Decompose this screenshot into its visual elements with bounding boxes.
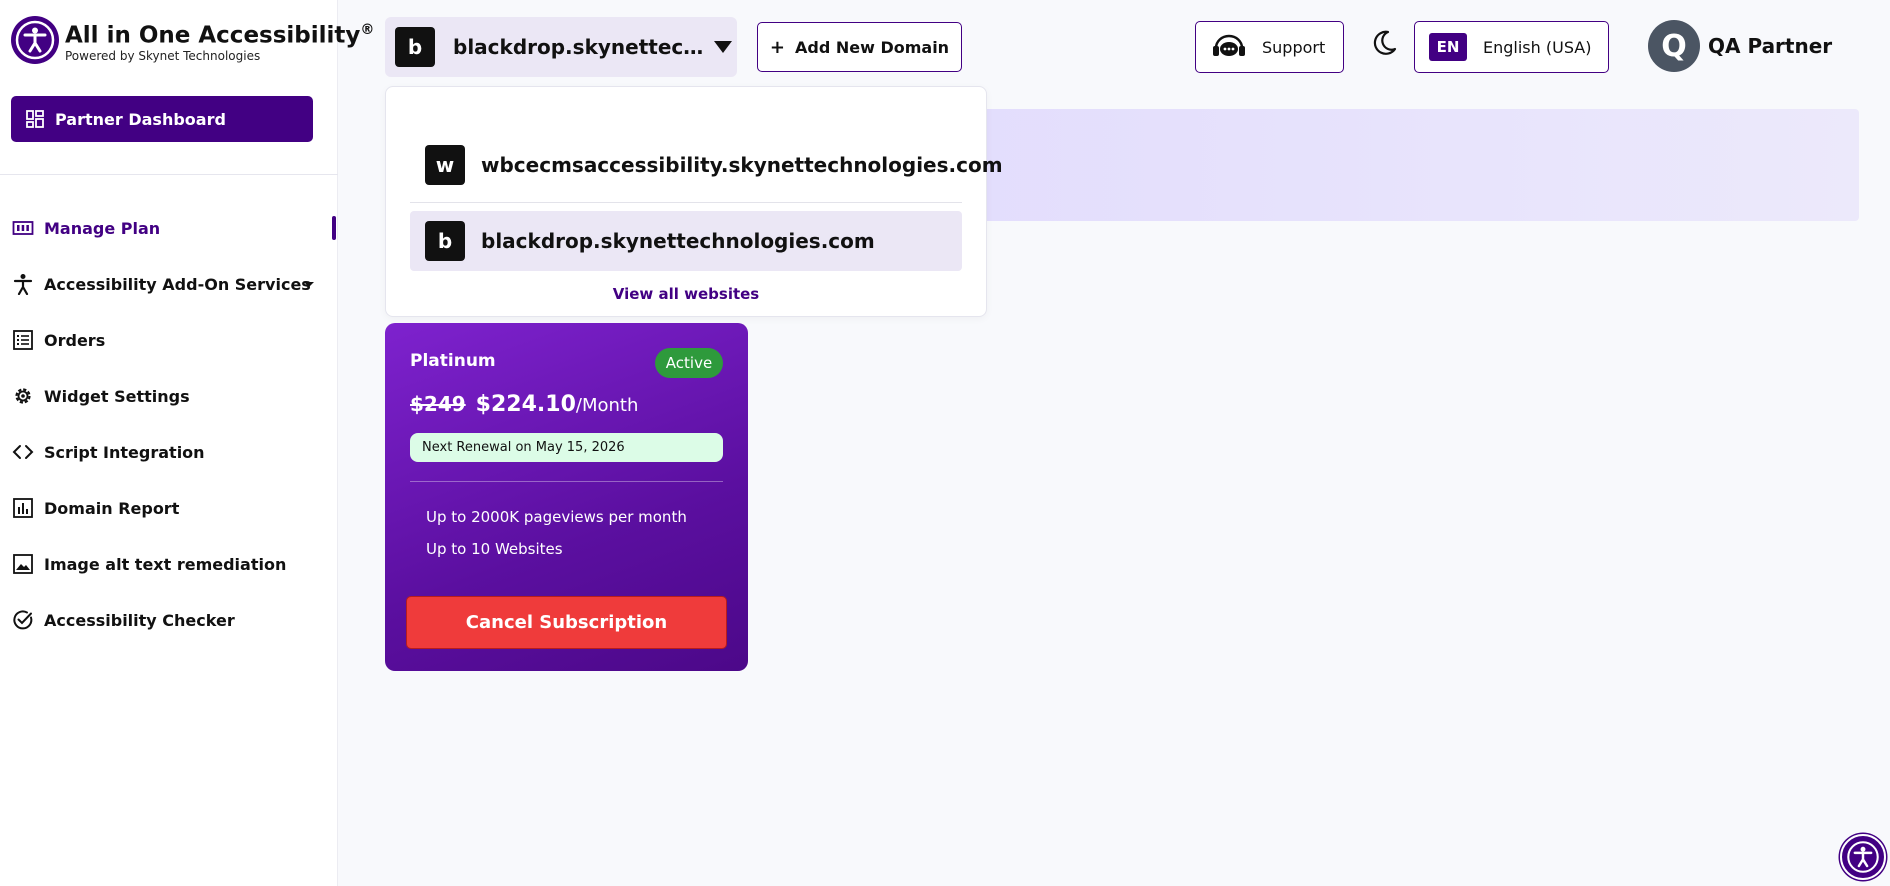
- price-row: $249 $224.10 /Month: [410, 392, 638, 417]
- plan-icon: [12, 221, 34, 235]
- plus-icon: +: [769, 36, 785, 58]
- partner-dashboard-label: Partner Dashboard: [55, 109, 226, 129]
- sidebar-item-label: Orders: [44, 330, 106, 350]
- sidebar-item-image-alt-text[interactable]: Image alt text remediation: [0, 536, 338, 592]
- domain-option[interactable]: w wbcecmsaccessibility.skynettechnologie…: [410, 135, 1003, 195]
- cancel-subscription-button[interactable]: Cancel Subscription: [406, 596, 727, 649]
- selected-domain-name: blackdrop.skynettechnologies.com: [453, 35, 708, 59]
- support-button[interactable]: Support: [1195, 21, 1344, 73]
- accessibility-logo-icon: [11, 16, 59, 64]
- sidebar-item-label: Widget Settings: [44, 386, 190, 406]
- plan-feature: Up to 2000K pageviews per month: [426, 508, 687, 526]
- sidebar-item-add-on-services[interactable]: Accessibility Add-On Services: [0, 256, 338, 312]
- avatar: Q: [1648, 20, 1700, 72]
- card-divider: [410, 481, 723, 482]
- domain-dropdown: w wbcecmsaccessibility.skynettechnologie…: [385, 86, 1003, 317]
- headset-chat-icon: [1213, 34, 1245, 56]
- caret-down-icon: [714, 41, 732, 53]
- dashboard-icon: [26, 110, 44, 128]
- plan-feature: Up to 10 Websites: [426, 540, 563, 558]
- sidebar-divider: [0, 174, 338, 175]
- support-label: Support: [1262, 37, 1326, 57]
- bar-chart-icon: [13, 498, 33, 518]
- person-icon: [13, 274, 33, 295]
- image-icon: [13, 554, 33, 574]
- domain-option-selected[interactable]: b blackdrop.skynettechnologies.com: [410, 211, 962, 271]
- user-menu[interactable]: Q QA Partner: [1648, 20, 1832, 72]
- language-code-badge: EN: [1429, 33, 1467, 61]
- language-name: English (USA): [1483, 37, 1592, 57]
- sidebar-item-domain-report[interactable]: Domain Report: [0, 480, 338, 536]
- domain-selector[interactable]: b blackdrop.skynettechnologies.com: [385, 17, 737, 77]
- add-new-domain-button[interactable]: + Add New Domain: [757, 22, 962, 72]
- moon-icon[interactable]: [1370, 28, 1398, 62]
- sidebar-item-label: Accessibility Add-On Services: [44, 274, 311, 294]
- sidebar-item-label: Script Integration: [44, 442, 205, 462]
- domain-letter-badge: w: [425, 145, 465, 185]
- gear-icon: [15, 388, 31, 404]
- billing-period: /Month: [575, 395, 639, 416]
- add-new-domain-label: Add New Domain: [795, 37, 950, 57]
- renewal-date: Next Renewal on May 15, 2026: [410, 433, 723, 462]
- brand-subtitle: Powered by Skynet Technologies: [65, 48, 261, 63]
- sidebar-nav: Manage Plan Accessibility Add-On Service…: [0, 200, 338, 648]
- brand-title: All in One Accessibility®: [65, 22, 375, 49]
- old-price: $249: [410, 392, 466, 416]
- status-badge: Active: [655, 348, 723, 378]
- domain-letter-badge: b: [425, 221, 465, 261]
- plan-name: Platinum: [410, 351, 496, 371]
- sidebar-item-script-integration[interactable]: Script Integration: [0, 424, 338, 480]
- brand[interactable]: All in One Accessibility® Powered by Sky…: [11, 16, 374, 64]
- new-price: $224.10: [475, 392, 576, 417]
- sidebar: All in One Accessibility® Powered by Sky…: [0, 0, 374, 886]
- domain-letter-badge: b: [395, 27, 435, 67]
- list-icon: [13, 330, 33, 350]
- plan-card: Platinum Active $249 $224.10 /Month Next…: [385, 323, 748, 671]
- sidebar-item-accessibility-checker[interactable]: Accessibility Checker: [0, 592, 338, 648]
- domain-option-name: blackdrop.skynettechnologies.com: [481, 229, 875, 253]
- user-name: QA Partner: [1708, 34, 1833, 58]
- sidebar-item-manage-plan[interactable]: Manage Plan: [0, 200, 338, 256]
- sidebar-item-label: Manage Plan: [44, 218, 161, 238]
- accessibility-widget-icon[interactable]: [1840, 834, 1886, 880]
- partner-dashboard-button[interactable]: Partner Dashboard: [11, 96, 313, 142]
- sidebar-item-orders[interactable]: Orders: [0, 312, 338, 368]
- code-icon: [12, 445, 34, 459]
- sidebar-item-label: Accessibility Checker: [44, 610, 235, 630]
- chevron-down-icon[interactable]: [304, 282, 314, 287]
- check-circle-icon: [13, 610, 33, 630]
- view-all-websites-link[interactable]: View all websites: [386, 285, 986, 303]
- domain-option-name: wbcecmsaccessibility.skynettechnologies.…: [481, 153, 1003, 177]
- language-selector[interactable]: EN English (USA): [1414, 21, 1609, 73]
- sidebar-item-widget-settings[interactable]: Widget Settings: [0, 368, 338, 424]
- sidebar-item-label: Domain Report: [44, 498, 180, 518]
- sidebar-item-label: Image alt text remediation: [44, 554, 287, 574]
- dropdown-divider: [410, 202, 962, 203]
